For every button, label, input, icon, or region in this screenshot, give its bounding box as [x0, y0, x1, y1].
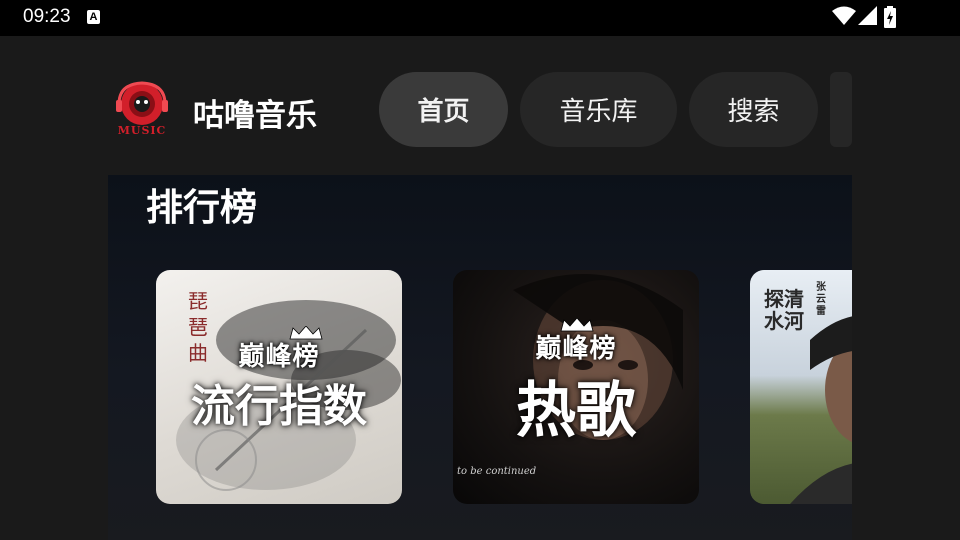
tab-overflow-partial[interactable]: [830, 72, 852, 147]
ranking-card-partial[interactable]: 探清水河 张云雷: [750, 270, 852, 504]
card-cover-text: 探清水河: [764, 287, 804, 333]
tab-search[interactable]: 搜索: [689, 72, 818, 147]
card-cover-text: to be continued: [457, 466, 537, 477]
tab-search-label: 搜索: [727, 97, 780, 127]
ranking-section: 排行榜 琵琶曲 巅峰榜 流行指数 to be continued 巅峰榜 热歌 …: [108, 175, 852, 540]
battery-charging-icon: [884, 6, 896, 28]
card-brand-label: 巅峰榜: [535, 334, 617, 364]
tab-home[interactable]: 首页: [379, 72, 508, 147]
app-logo-text: MUSIC: [117, 124, 167, 137]
app-logo: MUSIC: [113, 80, 171, 138]
app-name: 咕噜音乐: [193, 98, 317, 134]
signal-icon: [858, 6, 877, 25]
notification-badge-icon: A: [87, 10, 100, 24]
card-title: 流行指数: [191, 381, 367, 432]
card-brand-label: 巅峰榜: [238, 342, 320, 372]
wifi-icon: [832, 6, 856, 25]
card-title: 热歌: [516, 376, 636, 446]
card-cover-subtext: 张云雷: [816, 282, 826, 317]
ranking-card-hot-songs[interactable]: to be continued 巅峰榜 热歌: [453, 270, 699, 504]
tab-music-library[interactable]: 音乐库: [520, 72, 677, 147]
ranking-card-popular-index[interactable]: 琵琶曲 巅峰榜 流行指数: [156, 270, 402, 504]
section-title: 排行榜: [146, 186, 257, 229]
status-bar: 09:23 A: [0, 0, 960, 36]
status-time: 09:23: [23, 6, 71, 27]
tab-music-library-label: 音乐库: [559, 97, 638, 127]
tab-home-label: 首页: [417, 97, 470, 127]
